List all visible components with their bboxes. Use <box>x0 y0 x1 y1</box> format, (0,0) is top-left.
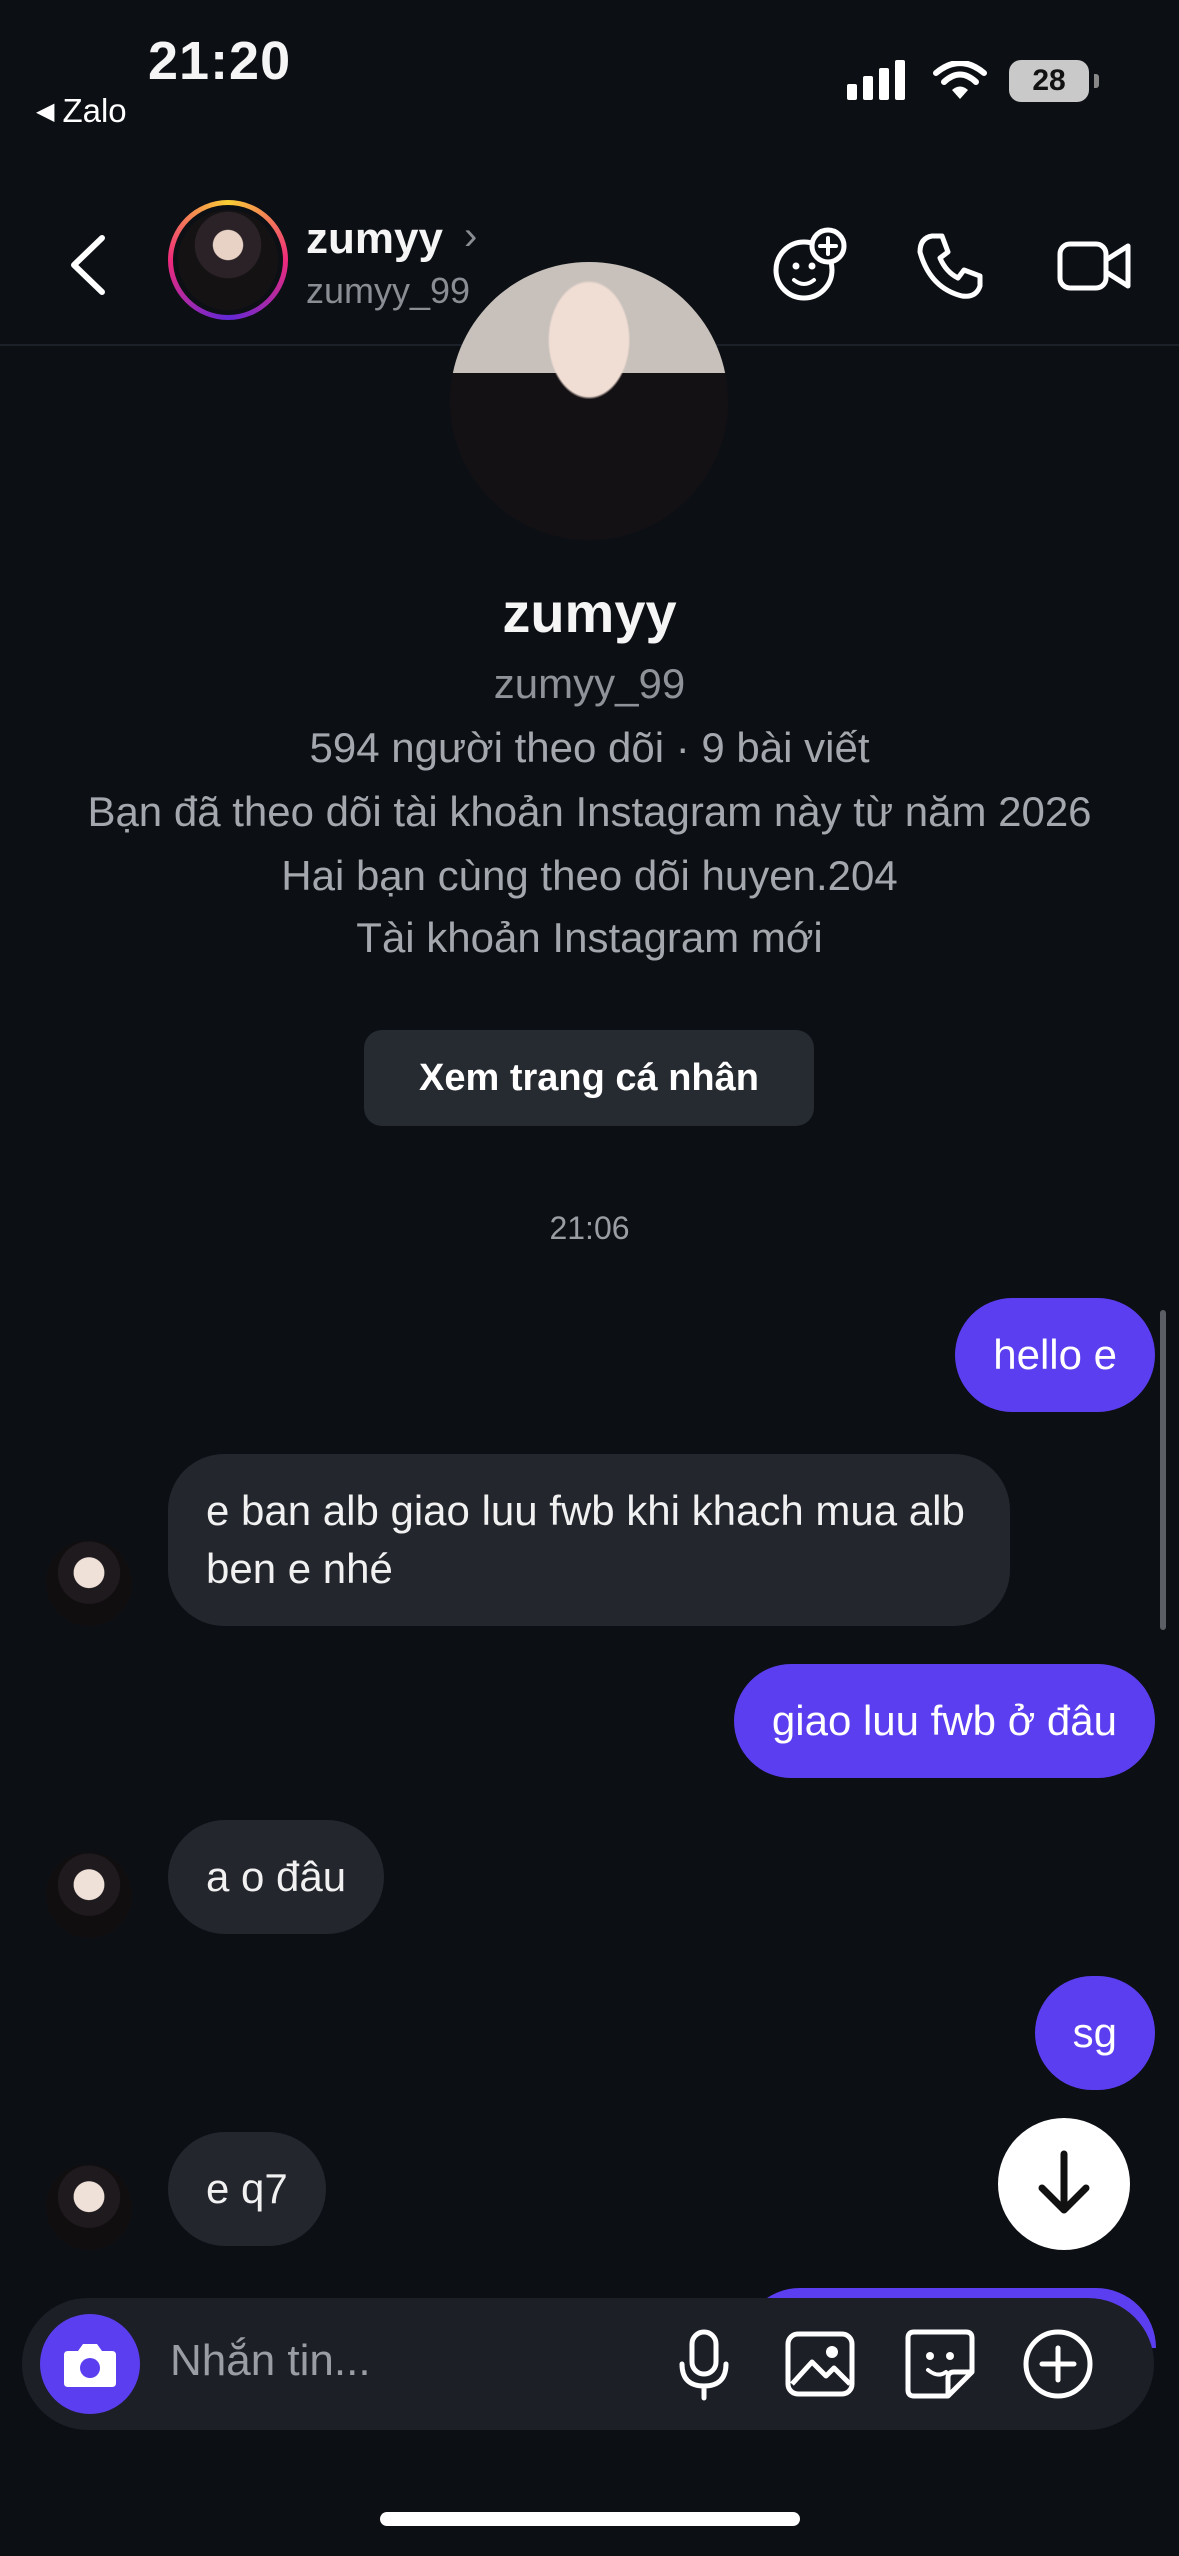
message-timestamp: 21:06 <box>549 1210 630 1246</box>
message-bubble-outgoing[interactable]: giao luu fwb ở đâu <box>733 1664 1155 1778</box>
add-plus-icon[interactable] <box>1018 2324 1098 2404</box>
profile-username: zumyy_99 <box>493 660 686 707</box>
phone-call-icon[interactable] <box>910 226 990 306</box>
message-composer: Nhắn tin... <box>22 2298 1154 2430</box>
arrow-down-icon <box>1038 2150 1090 2214</box>
profile-new-account: Tài khoản Instagram mới <box>356 914 823 961</box>
message-input[interactable]: Nhắn tin... <box>170 2336 371 2386</box>
wifi-icon <box>933 61 987 99</box>
video-call-icon[interactable] <box>1054 226 1134 306</box>
message-bubble-outgoing[interactable]: sg <box>1034 1976 1155 2090</box>
back-to-app-link[interactable]: ◀ Zalo <box>36 92 127 130</box>
profile-followed-since: Bạn đã theo dõi tài khoản Instagram này … <box>87 788 1092 835</box>
sender-avatar[interactable] <box>46 1852 132 1938</box>
header-name[interactable]: zumyy <box>306 214 443 264</box>
profile-stats: 594 người theo dõi · 9 bài viết <box>309 724 870 771</box>
header-username: zumyy_99 <box>306 270 471 311</box>
cellular-signal-icon <box>847 60 905 100</box>
back-app-label: Zalo <box>62 92 127 129</box>
message-bubble-outgoing[interactable]: hello e <box>955 1298 1155 1412</box>
message-bubble-incoming[interactable]: e ban alb giao luu fwb khi khach mua alb… <box>168 1454 1010 1626</box>
gallery-icon[interactable] <box>780 2324 860 2404</box>
scroll-indicator[interactable] <box>1160 1310 1166 1630</box>
chevron-right-icon: › <box>464 214 478 258</box>
scroll-to-bottom-button[interactable] <box>998 2118 1130 2250</box>
message-bubble-incoming[interactable]: e q7 <box>168 2132 326 2246</box>
back-triangle-icon: ◀ <box>36 97 55 125</box>
back-arrow-icon[interactable] <box>60 230 120 300</box>
view-profile-button[interactable]: Xem trang cá nhân <box>364 1030 814 1126</box>
microphone-icon[interactable] <box>664 2324 744 2404</box>
home-indicator[interactable] <box>380 2512 800 2526</box>
profile-name: zumyy <box>502 581 677 644</box>
sender-avatar[interactable] <box>46 1540 132 1626</box>
status-time: 21:20 <box>148 31 292 91</box>
battery-indicator: 28 <box>1009 60 1099 102</box>
sender-avatar[interactable] <box>46 2164 132 2250</box>
message-bubble-incoming[interactable]: a o đâu <box>168 1820 385 1934</box>
camera-button[interactable] <box>40 2314 140 2414</box>
add-effects-icon[interactable] <box>770 226 850 306</box>
status-icons: 28 <box>845 60 1099 102</box>
header-avatar[interactable] <box>168 200 288 320</box>
profile-mutual: Hai bạn cùng theo dõi huyen.204 <box>281 852 898 899</box>
camera-icon <box>64 2344 116 2387</box>
sticker-icon[interactable] <box>900 2324 980 2404</box>
avatar-image <box>178 210 278 310</box>
profile-picture[interactable] <box>450 262 728 540</box>
